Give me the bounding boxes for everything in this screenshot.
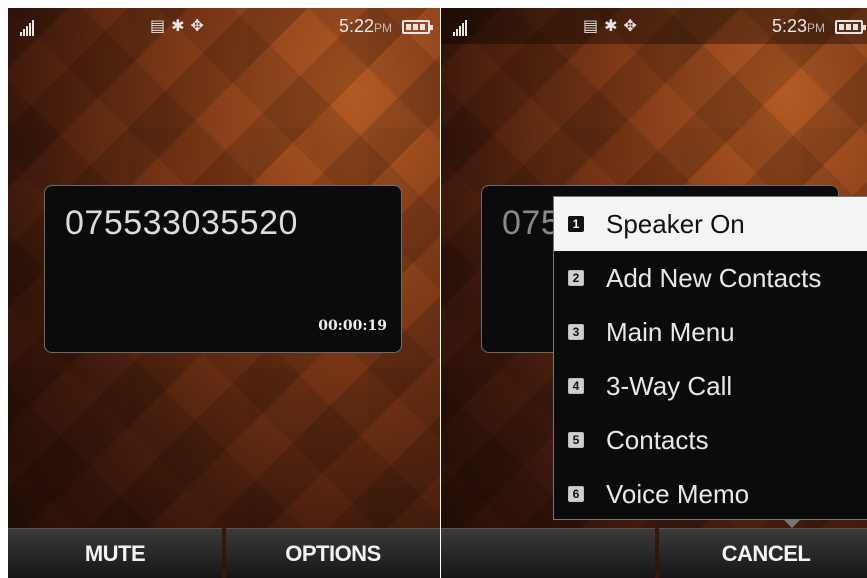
call-timer: 00:00:19 (318, 318, 387, 334)
call-number: 075533035520 (65, 204, 298, 242)
vibrate-icon: ▤ (583, 16, 605, 35)
menu-item-speaker-on[interactable]: 1 Speaker On (554, 197, 867, 251)
phone-screen-in-call: ▤✱✥ 5:22PM 075533035520 00:00:19 MUTE OP… (8, 8, 440, 578)
status-bar: ▤✱✥ 5:22PM (8, 8, 440, 44)
menu-item-3-way-call[interactable]: 4 3-Way Call (554, 359, 867, 413)
status-icons: ▤✱✥ (583, 16, 643, 35)
status-time: 5:22PM (338, 16, 392, 36)
bluetooth-icon: ✱ (171, 16, 191, 35)
menu-item-label: Voice Memo (606, 478, 750, 509)
menu-item-number: 6 (568, 486, 584, 502)
menu-item-number: 1 (568, 216, 584, 232)
menu-item-add-new-contacts[interactable]: 2 Add New Contacts (554, 251, 867, 305)
menu-item-label: 3-Way Call (606, 370, 733, 401)
status-icons: ▤✱✥ (150, 16, 210, 35)
battery-icon (835, 20, 866, 34)
mute-button[interactable]: MUTE (8, 528, 222, 578)
menu-item-main-menu[interactable]: 3 Main Menu (554, 305, 867, 359)
softkey-bar: MUTE OPTIONS (8, 528, 440, 578)
menu-pointer (783, 519, 801, 528)
signal-icon (453, 20, 471, 36)
phone-screen-options-menu: ▤✱✥ 5:23PM 075 1 Speaker On 2 Add New Co… (441, 8, 867, 578)
menu-item-number: 3 (568, 324, 584, 340)
menu-item-contacts[interactable]: 5 Contacts (554, 413, 867, 467)
menu-item-label: Speaker On (606, 208, 745, 239)
location-icon: ✥ (623, 16, 643, 35)
vibrate-icon: ▤ (150, 16, 172, 35)
bluetooth-icon: ✱ (604, 16, 624, 35)
battery-icon (402, 20, 433, 34)
options-button[interactable]: OPTIONS (226, 528, 440, 578)
menu-item-number: 4 (568, 378, 584, 394)
menu-item-number: 5 (568, 432, 584, 448)
call-info-box: 075533035520 00:00:19 (44, 185, 402, 353)
location-icon: ✥ (190, 16, 210, 35)
menu-item-label: Contacts (606, 424, 709, 455)
status-time: 5:23PM (771, 16, 825, 36)
signal-icon (20, 20, 38, 36)
cancel-button[interactable]: CANCEL (659, 528, 867, 578)
menu-item-label: Main Menu (606, 316, 735, 347)
options-menu: 1 Speaker On 2 Add New Contacts 3 Main M… (553, 196, 867, 520)
softkey-bar: CANCEL (441, 528, 867, 578)
left-softkey[interactable] (441, 528, 655, 578)
menu-item-label: Add New Contacts (606, 262, 822, 293)
menu-item-number: 2 (568, 270, 584, 286)
call-number: 075 (502, 204, 561, 242)
status-bar: ▤✱✥ 5:23PM (441, 8, 867, 44)
menu-item-voice-memo[interactable]: 6 Voice Memo (554, 467, 867, 521)
